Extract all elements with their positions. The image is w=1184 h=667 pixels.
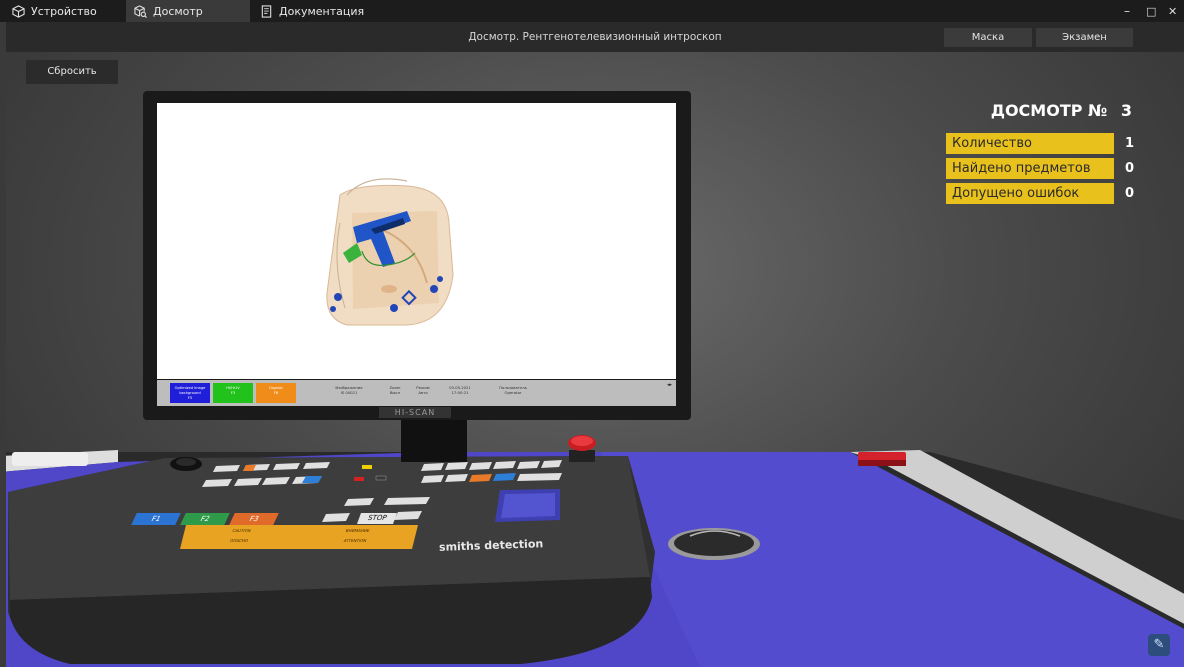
image-info: Изображение IS 00021	[329, 385, 369, 395]
image-id: IS 00021	[340, 390, 358, 395]
tab-label: Досмотр	[153, 4, 203, 18]
danger-left: ОПАСНО	[229, 538, 249, 543]
f1-key[interactable]: F1	[131, 513, 181, 525]
maximize-icon: □	[1146, 4, 1157, 18]
datetime-info: 03.05.2021 17:00:21	[443, 385, 477, 395]
mask-button[interactable]: Маска	[944, 28, 1032, 47]
monitor-stand	[401, 420, 467, 462]
header-bar: Досмотр. Рентгенотелевизионный интроскоп…	[6, 22, 1184, 52]
counter-items-total: Количество предметов 1	[946, 133, 1134, 172]
minimize-button[interactable]: –	[1124, 0, 1130, 22]
tab-bar: Устройство Досмотр Документация – □ ✕	[0, 0, 1184, 22]
counter-value: 1	[1125, 136, 1135, 151]
button-key: F3	[230, 391, 236, 395]
tab-inspection[interactable]: Досмотр	[126, 0, 250, 22]
counter-label: Допущено ошибок	[946, 183, 1114, 204]
caution-left: CAUTION	[231, 528, 252, 533]
inspection-title: ДОСМОТР № 3	[991, 101, 1132, 120]
counter-value: 0	[1125, 161, 1135, 176]
button-key: F6	[273, 391, 279, 395]
cube-search-icon	[134, 4, 147, 18]
minimize-icon: –	[1124, 4, 1130, 18]
xray-monitor: Optimized image background F5 HI/HI-IV F…	[143, 91, 691, 420]
button-key: F5	[187, 396, 193, 400]
xray-status-bar: Optimized image background F5 HI/HI-IV F…	[157, 380, 676, 406]
user-info: Пользователь Operator	[493, 385, 533, 395]
caution-right: ВНИМАНИЕ	[345, 528, 370, 533]
mode-value: Авто	[418, 390, 428, 395]
document-icon	[261, 4, 272, 18]
xray-screen[interactable]	[157, 103, 676, 379]
time: 17:00:21	[451, 390, 469, 395]
counter-items-found: Найдено предметов 0	[946, 158, 1134, 179]
hi-mode-button[interactable]: HI/HI-IV F3	[213, 383, 253, 403]
danger-right: ATTENTION	[343, 538, 368, 543]
f2-key[interactable]: F2	[180, 513, 230, 525]
scene-viewport[interactable]: Сбросить ДОСМОТР № 3 Количество предмето…	[6, 52, 1184, 667]
mode-info: Режим Авто	[413, 385, 433, 395]
f3-key[interactable]: F3	[229, 513, 279, 525]
tab-documentation[interactable]: Документация	[252, 0, 392, 22]
maximize-button[interactable]: □	[1146, 0, 1156, 22]
monitor-brand-logo: HI-SCAN	[379, 407, 451, 418]
zoom-value: Выкл	[389, 390, 401, 395]
exam-button[interactable]: Экзамен	[1036, 28, 1133, 47]
counter-label: Найдено предметов	[946, 158, 1114, 179]
tab-device[interactable]: Устройство	[4, 0, 124, 22]
reset-button[interactable]: Сбросить	[26, 60, 118, 84]
collapse-icon[interactable]: ◂▸	[667, 382, 672, 388]
counter-label: Количество предметов	[946, 133, 1114, 172]
stop-key[interactable]: STOP	[356, 513, 398, 524]
tab-label: Документация	[279, 4, 365, 18]
app-logo-icon[interactable]: ✎	[1148, 634, 1170, 656]
counter-value: 0	[1125, 186, 1135, 201]
organic-mode-button[interactable]: Organic F6	[256, 383, 296, 403]
zoom-info: Zoom Выкл	[385, 385, 405, 395]
caution-label: CAUTION ОПАСНО ВНИМАНИЕ ATTENTION	[180, 525, 418, 549]
user-value: Operator	[504, 390, 522, 395]
xray-bag-image	[326, 178, 454, 326]
close-button[interactable]: ✕	[1168, 0, 1177, 22]
background-mode-button[interactable]: Optimized image background F5	[170, 383, 210, 403]
inspection-title-label: ДОСМОТР №	[990, 101, 1108, 120]
tab-label: Устройство	[31, 4, 97, 18]
inspection-number: 3	[1120, 101, 1132, 120]
cube-icon	[12, 4, 25, 18]
counter-errors: Допущено ошибок 0	[946, 183, 1134, 204]
button-label: Optimized image background	[174, 386, 206, 395]
close-icon: ✕	[1168, 4, 1178, 18]
